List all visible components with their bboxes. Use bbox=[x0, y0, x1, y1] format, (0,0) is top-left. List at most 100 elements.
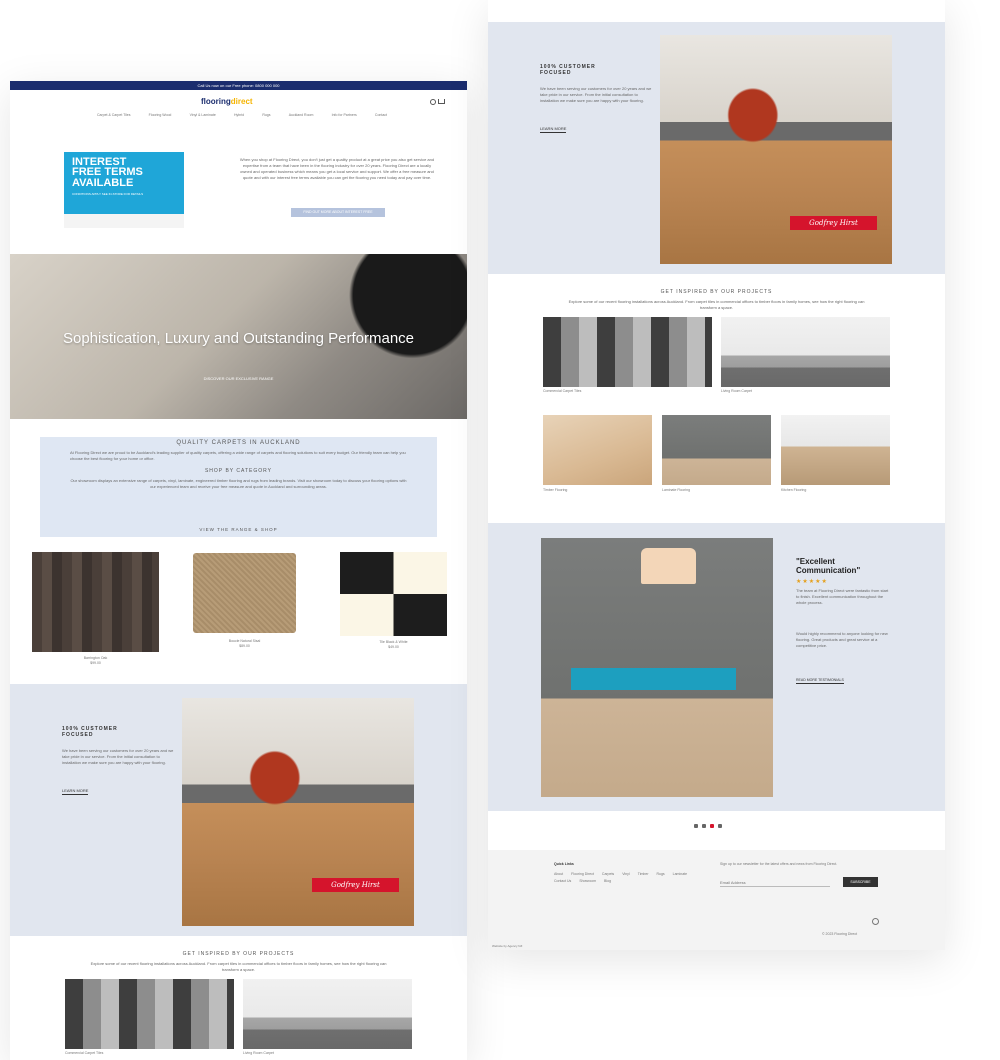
footer-link[interactable]: Vinyl bbox=[622, 872, 630, 877]
inspiration-photo[interactable] bbox=[721, 317, 890, 387]
inspiration-photo[interactable] bbox=[662, 415, 771, 485]
subscribe-button-label: SUBSCRIBE bbox=[850, 880, 871, 884]
site-logo[interactable]: flooringdirect bbox=[201, 97, 253, 106]
quality-subtitle: SHOP BY CATEGORY bbox=[204, 468, 273, 474]
nav-item[interactable]: Hybrid bbox=[234, 113, 244, 118]
lounge-chair-photo[interactable]: Godfrey Hirst bbox=[660, 35, 892, 264]
subscribe-button[interactable]: SUBSCRIBE bbox=[843, 877, 878, 887]
learn-more-link[interactable]: LEARN MORE bbox=[62, 788, 89, 795]
inspiration-photo[interactable] bbox=[543, 415, 652, 485]
customer-label: 100% CUSTOMER FOCUSED bbox=[62, 726, 118, 738]
bed bbox=[571, 668, 736, 690]
badge-line3: AVAILABLE bbox=[72, 177, 134, 189]
right-page-screenshot: 100% CUSTOMER FOCUSED We have been servi… bbox=[488, 0, 945, 950]
footer-link[interactable]: About bbox=[554, 872, 563, 877]
search-icon[interactable] bbox=[430, 99, 436, 105]
pendant-lamp bbox=[641, 548, 696, 584]
product-image[interactable] bbox=[340, 552, 447, 636]
newsletter-email-input[interactable] bbox=[720, 878, 830, 887]
godfrey-hirst-logo: Godfrey Hirst bbox=[790, 216, 877, 230]
inspiration-body: Explore some of our recent flooring inst… bbox=[90, 961, 387, 972]
testimonial-title-line2: Communication" bbox=[796, 566, 861, 575]
interest-free-badge[interactable]: INTEREST FREE TERMS AVAILABLE CONDITIONS… bbox=[64, 152, 184, 214]
hero-title: Sophistication, Luxury and Outstanding P… bbox=[62, 330, 415, 347]
nav-item[interactable]: Carpet & Carpet Tiles bbox=[97, 113, 130, 118]
inspiration-caption: Kitchen Flooring bbox=[781, 488, 807, 492]
hero-banner[interactable]: Sophistication, Luxury and Outstanding P… bbox=[10, 254, 467, 419]
interest-free-button[interactable]: FIND OUT MORE ABOUT INTEREST FREE bbox=[291, 208, 385, 217]
footer-link[interactable]: Laminate bbox=[673, 872, 687, 877]
customer-body: We have been serving our customers for o… bbox=[540, 86, 652, 103]
footer-link[interactable]: Rugs bbox=[656, 872, 664, 877]
testimonial-body1: The team at Flooring Direct were fantast… bbox=[796, 588, 889, 605]
inspiration-caption: Commercial Carpet Tiles bbox=[543, 389, 582, 393]
quality-body1: At Flooring Direct we are proud to be Au… bbox=[70, 450, 406, 461]
customer-focused-section: 100% CUSTOMER FOCUSED We have been servi… bbox=[10, 684, 467, 936]
pinterest-icon[interactable] bbox=[718, 824, 722, 828]
footer-link[interactable]: Showroom bbox=[579, 879, 596, 884]
inspiration-title: GET INSPIRED BY OUR PROJECTS bbox=[660, 289, 773, 295]
nav-item[interactable]: Flooring Wood bbox=[149, 113, 172, 118]
godfrey-hirst-logo: Godfrey Hirst bbox=[312, 878, 399, 892]
product-price: $99.00 bbox=[90, 661, 101, 665]
facebook-icon[interactable] bbox=[694, 824, 698, 828]
nav-item[interactable]: Info for Partners bbox=[332, 113, 357, 118]
inspiration-body: Explore some of our recent flooring inst… bbox=[568, 299, 865, 310]
footer-link[interactable]: Blog bbox=[604, 879, 611, 884]
badge-sub: CONDITIONS APPLY SEE IN-STORE FOR DETAIL… bbox=[72, 192, 144, 196]
learn-more-link[interactable]: LEARN MORE bbox=[540, 126, 567, 133]
announcement-text: Call Us now on our Free phone: 0800 000 … bbox=[197, 83, 280, 88]
product-price: $49.00 bbox=[388, 645, 399, 649]
promo-body: When you shop at Flooring Direct, you do… bbox=[239, 157, 435, 180]
customer-label: 100% CUSTOMER FOCUSED bbox=[540, 64, 596, 76]
inspiration-caption: Laminate Flooring bbox=[662, 488, 691, 492]
cart-icon[interactable] bbox=[438, 99, 445, 104]
inspiration-photo[interactable] bbox=[543, 317, 712, 387]
bedroom-photo bbox=[541, 538, 773, 797]
read-more-testimonials-link[interactable]: READ MORE TESTIMONIALS bbox=[796, 678, 844, 684]
footer-column-title: Quick Links bbox=[554, 862, 574, 866]
testimonial-body2: Would highly recommend to anyone looking… bbox=[796, 631, 888, 648]
nav-item[interactable]: Vinyl & Laminate bbox=[190, 113, 216, 118]
quality-title: QUALITY CARPETS IN AUCKLAND bbox=[176, 440, 301, 446]
product-image[interactable] bbox=[193, 553, 296, 633]
inspiration-photo[interactable] bbox=[781, 415, 890, 485]
inspiration-caption: Timber Flooring bbox=[543, 488, 568, 492]
footer-link[interactable]: Carpets bbox=[602, 872, 614, 877]
newsletter-text: Sign up to our newsletter for the latest… bbox=[720, 862, 838, 866]
inspiration-photo[interactable] bbox=[243, 979, 412, 1049]
footer-link[interactable]: Flooring Direct bbox=[571, 872, 594, 877]
footer-link[interactable]: Timber bbox=[638, 872, 649, 877]
inspiration-photo[interactable] bbox=[65, 979, 234, 1049]
quality-carpets-section: QUALITY CARPETS IN AUCKLAND At Flooring … bbox=[40, 437, 437, 537]
product-price: $89.00 bbox=[239, 644, 250, 648]
logo-main: flooring bbox=[201, 97, 231, 106]
view-range-link[interactable]: VIEW THE RANGE & SHOP bbox=[40, 527, 437, 532]
site-footer: Quick Links About Flooring Direct Carpet… bbox=[488, 850, 945, 950]
product-image[interactable] bbox=[32, 552, 159, 652]
inspiration-title: GET INSPIRED BY OUR PROJECTS bbox=[182, 951, 295, 957]
main-nav: Carpet & Carpet Tiles Flooring Wood Viny… bbox=[97, 113, 387, 118]
social-links bbox=[694, 824, 722, 828]
nav-item[interactable]: Rugs bbox=[262, 113, 270, 118]
inspiration-caption: Living Room Carpet bbox=[243, 1051, 274, 1055]
testimonial-title-line1: "Excellent bbox=[796, 557, 835, 566]
lounge-chair-photo[interactable]: Godfrey Hirst bbox=[182, 698, 414, 926]
inspiration-caption: Commercial Carpet Tiles bbox=[65, 1051, 104, 1055]
copyright-text: © 2023 Flooring Direct bbox=[822, 932, 858, 936]
top-announcement-bar: Call Us now on our Free phone: 0800 000 … bbox=[10, 81, 467, 90]
site-credit[interactable]: Website by Agency NZ bbox=[492, 944, 522, 949]
left-page-screenshot: Call Us now on our Free phone: 0800 000 … bbox=[10, 81, 467, 1060]
nav-item[interactable]: Contact bbox=[375, 113, 387, 118]
instagram-icon[interactable] bbox=[702, 824, 706, 828]
badge-line1: INTEREST bbox=[72, 156, 127, 168]
card-logos bbox=[64, 214, 184, 228]
hero-subtitle[interactable]: DISCOVER OUR EXCLUSIVE RANGE bbox=[150, 376, 327, 381]
interest-free-button-label: FIND OUT MORE ABOUT INTEREST FREE bbox=[303, 210, 373, 214]
customer-body: We have been serving our customers for o… bbox=[62, 748, 174, 765]
copyright-icon bbox=[872, 918, 879, 925]
footer-link[interactable]: Contact Us bbox=[554, 879, 571, 884]
youtube-icon[interactable] bbox=[710, 824, 714, 828]
quality-body2: Our showroom displays an extensive range… bbox=[70, 478, 407, 489]
nav-item[interactable]: Auckland Room bbox=[289, 113, 314, 118]
